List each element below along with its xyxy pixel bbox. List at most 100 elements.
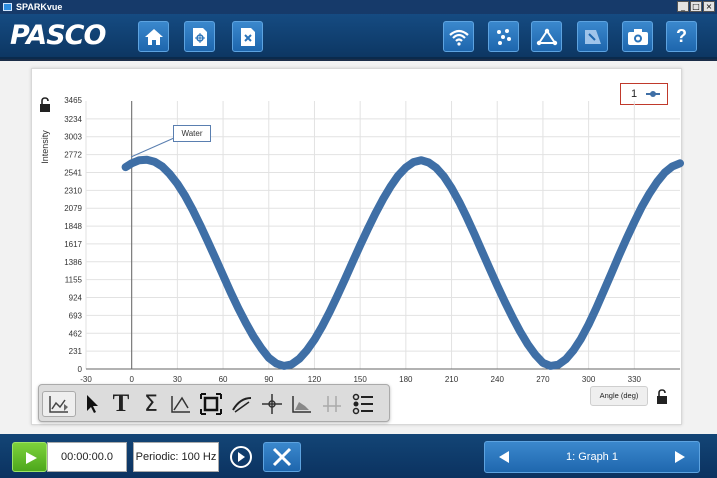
data-point [128, 159, 136, 167]
sampling-options-icon[interactable] [227, 443, 255, 471]
data-point [326, 308, 334, 316]
data-point [158, 162, 166, 170]
data-point [508, 313, 516, 321]
data-point [638, 203, 646, 211]
text-annotation-icon: T [112, 390, 130, 417]
data-point [288, 360, 296, 368]
data-point [440, 172, 448, 180]
y-top-tick-label: 3465 [64, 96, 82, 105]
previous-page-button[interactable] [485, 442, 523, 472]
tools-button[interactable] [263, 442, 301, 472]
delta-tool-button[interactable] [319, 391, 345, 417]
data-point [486, 264, 494, 272]
data-series-water [121, 155, 684, 370]
area-tool-button[interactable] [289, 391, 315, 417]
next-page-button[interactable] [661, 442, 699, 472]
data-point [303, 346, 311, 354]
data-point [402, 164, 410, 172]
data-point [569, 346, 577, 354]
coordinates-tool-button[interactable] [259, 391, 285, 417]
data-point [166, 170, 174, 178]
next-page-icon [675, 451, 685, 463]
delta-tool-icon [323, 396, 341, 412]
graph-tools-button[interactable] [42, 391, 76, 417]
data-point [122, 163, 130, 171]
x-tick-label: 30 [173, 375, 182, 384]
data-point [425, 158, 433, 166]
data-point [379, 195, 387, 203]
legend-list-button[interactable] [350, 391, 376, 417]
data-point [371, 210, 379, 218]
data-point [478, 247, 486, 255]
data-point [257, 344, 265, 352]
data-point [455, 198, 463, 206]
data-point [295, 355, 303, 363]
data-point [250, 333, 258, 341]
y-tick-label: 231 [69, 347, 83, 356]
data-point [554, 361, 562, 369]
y-tick-label: 2079 [64, 204, 82, 213]
data-point [242, 319, 250, 327]
y-tick-label: 1617 [64, 240, 82, 249]
data-point [615, 251, 623, 259]
data-point [409, 158, 417, 166]
graph-tools-icon [49, 396, 68, 413]
data-point [387, 182, 395, 190]
data-point [463, 213, 471, 221]
data-point [661, 169, 669, 177]
curve-fit-button[interactable] [168, 391, 194, 417]
sampling-rate-button[interactable]: Periodic: 100 Hz [133, 442, 219, 472]
tools-wrench-icon [272, 447, 292, 467]
start-recording-button[interactable] [12, 442, 47, 472]
statistics-button[interactable]: Σ [138, 391, 164, 417]
statistics-sigma-icon: Σ [144, 391, 158, 417]
data-point [234, 304, 242, 312]
graph-toolbar: T Σ [38, 384, 390, 422]
elapsed-time-display: 00:00:00.0 [47, 442, 127, 472]
data-point [280, 362, 288, 370]
data-point [432, 164, 440, 172]
data-point [417, 156, 425, 164]
data-point [204, 237, 212, 245]
data-point [219, 271, 227, 279]
previous-page-icon [499, 451, 509, 463]
data-point [394, 172, 402, 180]
data-point [531, 351, 539, 359]
data-point [585, 321, 593, 329]
y-tick-label: 1155 [65, 276, 83, 285]
x-tick-label: 0 [129, 375, 134, 384]
x-tick-label: 90 [264, 375, 273, 384]
y-tick-label: 0 [78, 365, 83, 374]
y-tick-label: 1848 [64, 222, 82, 231]
y-tick-label: 1386 [64, 258, 82, 267]
data-point [524, 340, 532, 348]
data-point [600, 287, 608, 295]
data-point [227, 288, 235, 296]
data-point [211, 254, 219, 262]
x-axis-measurement-selector[interactable]: Angle (deg) [590, 386, 648, 406]
page-label[interactable]: 1: Graph 1 [523, 442, 661, 472]
data-point [272, 360, 280, 368]
data-point [646, 189, 654, 197]
select-pointer-button[interactable] [79, 391, 105, 417]
data-point [356, 241, 364, 249]
x-tick-label: 240 [491, 375, 505, 384]
data-point [501, 298, 509, 306]
data-point [341, 275, 349, 283]
text-annotation-button[interactable]: T [108, 390, 134, 417]
x-tick-label: 150 [353, 375, 367, 384]
x-axis-lock-icon[interactable] [655, 389, 671, 405]
page-navigator: 1: Graph 1 [484, 441, 700, 473]
y-tick-label: 2772 [64, 151, 82, 160]
data-point [592, 304, 600, 312]
data-point [173, 180, 181, 188]
data-point [668, 162, 676, 170]
data-point [364, 225, 372, 233]
annotation-callout[interactable]: Water [173, 125, 211, 142]
data-point [562, 355, 570, 363]
data-point [653, 178, 661, 186]
area-tool-icon [292, 396, 311, 413]
slope-tool-button[interactable] [229, 391, 255, 417]
data-point [448, 184, 456, 192]
zoom-fit-button[interactable] [198, 391, 224, 417]
